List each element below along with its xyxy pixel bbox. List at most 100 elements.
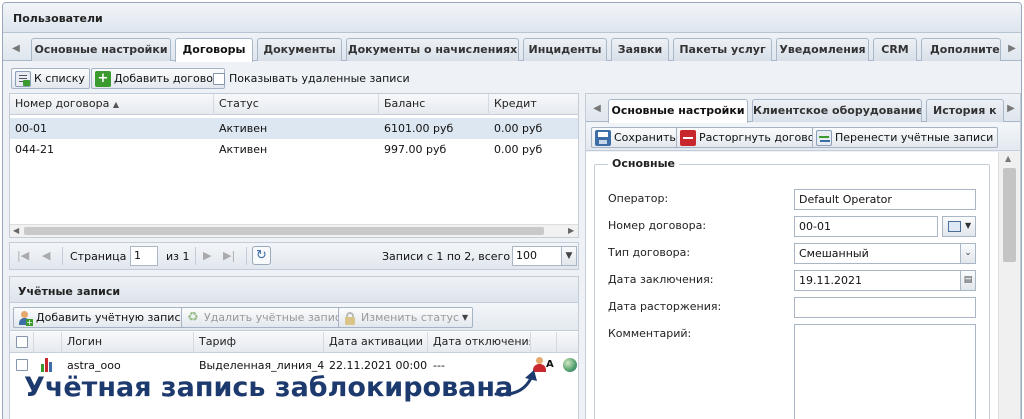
tab-crm[interactable]: CRM [873,38,917,61]
terminate-contract-button[interactable]: Расторгнуть договор [676,127,827,148]
add-user-icon: + [17,310,33,326]
main-tab-strip: ◀ Основные настройки Договоры Документы … [3,34,1021,62]
tab-basic-settings[interactable]: Основные настройки [31,38,171,61]
row-checkbox[interactable] [16,359,28,371]
last-page-icon[interactable]: ▶| [223,249,235,262]
column-credit[interactable]: Кредит [489,94,578,115]
prev-page-icon[interactable]: ◀ [42,249,50,262]
add-contract-label: Добавить договор [114,72,220,85]
refresh-icon[interactable]: ↻ [252,246,271,265]
contracts-grid-header: Номер договора ▲ Статус Баланс Кредит [10,94,578,115]
column-activation-date[interactable]: Дата активации [324,332,428,353]
contract-type-select[interactable]: Смешанный [794,243,961,264]
change-status-button[interactable]: Изменить статус ▼ [338,307,474,328]
cell-balance: 6101.00 руб [384,122,454,135]
tab-service-packages[interactable]: Пакеты услуг [673,38,772,61]
select-all-cell [10,332,34,353]
detail-tab-scroll-right-icon[interactable]: ▶ [1004,100,1018,118]
cell-balance: 997.00 руб [384,143,447,156]
chevron-down-icon: ▼ [965,221,972,230]
termination-date-field[interactable] [794,297,976,318]
scroll-right-icon[interactable]: ▶ [568,226,574,235]
operator-label: Оператор: [608,192,669,205]
table-row[interactable]: 00-01 Активен 6101.00 руб 0.00 руб [10,118,578,139]
detail-tab-scroll-left-icon[interactable]: ◀ [590,100,604,118]
scroll-left-icon[interactable]: ◀ [13,226,19,235]
tab-client-equipment[interactable]: Клиентское оборудование [752,99,922,122]
save-button[interactable]: Сохранить [591,127,681,148]
save-label: Сохранить [614,131,676,144]
horizontal-scrollbar[interactable]: ◀ ▶ [10,224,578,237]
column-login[interactable]: Логин [62,332,194,353]
delete-accounts-button[interactable]: ♻ Удалить учётные записи [181,307,354,328]
accounts-header: Учётные записи [10,277,578,303]
column-disable-date[interactable]: Дата отключения [428,332,531,353]
sort-asc-icon: ▲ [112,100,119,109]
tab-scroll-right-icon[interactable]: ▶ [1005,40,1019,58]
column-contract-number[interactable]: Номер договора ▲ [10,94,214,115]
cell-credit: 0.00 руб [494,122,543,135]
tab-documents[interactable]: Документы [257,38,342,61]
column-balance[interactable]: Баланс [379,94,489,115]
tab-scroll-left-icon[interactable]: ◀ [9,40,23,58]
pager-separator [246,247,247,265]
calendar-menu-button[interactable]: ▼ [942,216,976,237]
pager-separator [62,247,63,265]
add-contract-button[interactable]: + Добавить договор [91,68,225,89]
tab-incidents[interactable]: Инциденты [523,38,607,61]
tab-requests[interactable]: Заявки [611,38,669,61]
operator-field[interactable]: Default Operator [794,189,976,210]
column-status[interactable]: Статус [214,94,379,115]
accounts-grid-header: Логин Тариф Дата активации Дата отключен… [10,332,578,353]
next-page-icon[interactable]: ▶ [203,249,211,262]
transfer-icon [816,129,832,146]
calendar-icon [948,221,961,232]
transfer-accounts-button[interactable]: Перенести учётные записи [812,127,999,148]
select-all-checkbox[interactable] [16,336,28,348]
date-picker-icon[interactable]: ▤ [960,270,976,291]
window-title: Пользователи [3,3,1021,33]
page-size-select[interactable]: 100 [512,246,562,266]
first-page-icon[interactable]: |◀ [17,249,29,262]
chevron-down-icon[interactable]: ⌄ [960,243,976,264]
list-icon [15,70,31,87]
vertical-scrollbar[interactable]: ▲ [998,152,1020,419]
bar-chart-icon [41,358,55,372]
chevron-down-icon[interactable]: ▼ [561,246,577,266]
cell-number: 044-21 [15,143,54,156]
scrollbar-thumb[interactable] [1003,168,1016,262]
show-deleted-label: Показывать удаленные записи [229,72,410,85]
scroll-up-icon[interactable]: ▲ [1005,154,1011,163]
table-row[interactable]: 044-21 Активен 997.00 руб 0.00 руб [10,139,578,160]
conclusion-date-label: Дата заключения: [608,273,714,286]
accounts-title: Учётные записи [18,285,121,298]
column-tariff[interactable]: Тариф [194,332,324,353]
terminate-label: Расторгнуть договор [699,131,822,144]
add-account-button[interactable]: + Добавить учётную запись [13,307,192,328]
add-icon: + [95,70,111,87]
tab-charge-documents[interactable]: Документы о начислениях [346,38,519,61]
tab-notifications[interactable]: Уведомления [776,38,869,61]
contract-number-label: Номер договора: [608,219,707,232]
conclusion-date-field[interactable]: 19.11.2021 [794,270,961,291]
page-number-input[interactable]: 1 [130,246,158,266]
tab-additional[interactable]: Дополнител [921,38,1001,61]
cell-credit: 0.00 руб [494,143,543,156]
globe-icon[interactable] [563,358,577,372]
annotation-arrow-icon [494,370,537,396]
tab-history[interactable]: История к [926,99,1004,122]
comment-textarea[interactable] [794,324,976,419]
contract-number-field[interactable]: 00-01 [794,216,938,237]
to-list-button[interactable]: К списку [11,68,90,89]
column-extra [557,332,578,353]
page-count-label: из 1 [166,250,190,263]
fieldset-title: Основные [608,157,679,170]
contracts-grid: Номер договора ▲ Статус Баланс Кредит 00… [9,93,579,238]
show-deleted-checkbox[interactable] [213,73,225,85]
cell-status: Активен [219,122,268,135]
tab-contracts[interactable]: Договоры [175,38,253,62]
tab-detail-basic-settings[interactable]: Основные настройки [608,99,748,123]
lock-icon [342,310,358,326]
scrollbar-thumb[interactable] [24,227,544,235]
terminate-icon [680,129,696,146]
